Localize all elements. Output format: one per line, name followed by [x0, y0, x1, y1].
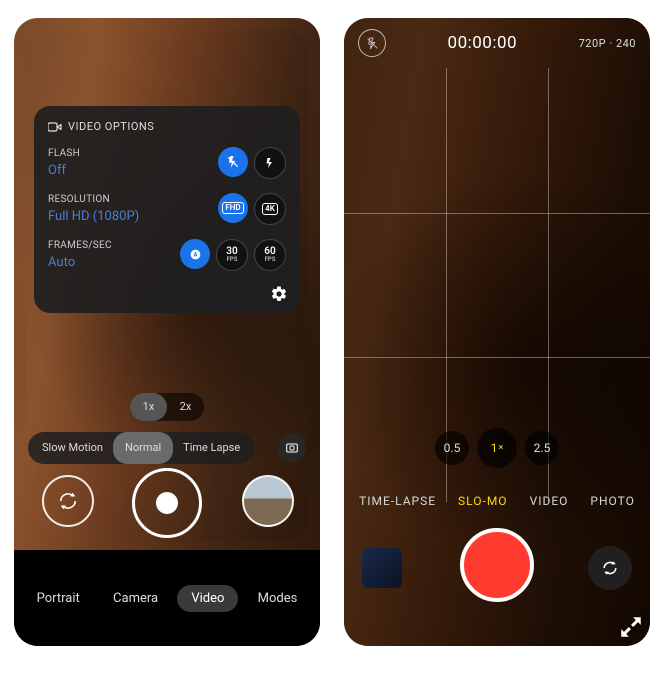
fps-60-button[interactable]: 60FPS: [254, 239, 286, 271]
tab-modes[interactable]: Modes: [244, 585, 312, 612]
record-button[interactable]: [460, 528, 534, 602]
fps-row: FRAMES/SEC Auto A 30FPS 60FPS: [48, 239, 286, 271]
phone-google-camera: VIDEO OPTIONS FLASH Off: [14, 18, 320, 646]
mode-video[interactable]: VIDEO: [530, 494, 569, 508]
mode-slo-mo[interactable]: SLO-MO: [458, 494, 508, 508]
expand-icon: [618, 614, 644, 640]
flash-value: Off: [48, 163, 80, 178]
settings-button[interactable]: [270, 285, 288, 303]
zoom-2.5x[interactable]: 2.5: [525, 431, 559, 465]
zoom-toggle[interactable]: 1x 2x: [130, 393, 204, 421]
mode-slow-motion[interactable]: Slow Motion: [32, 432, 113, 464]
video-options-panel: VIDEO OPTIONS FLASH Off: [34, 106, 300, 313]
flash-on-icon: [264, 157, 276, 169]
mode-normal[interactable]: Normal: [113, 432, 173, 464]
shutter-button[interactable]: [132, 468, 202, 538]
flash-toggle[interactable]: [358, 29, 386, 57]
viewfinder[interactable]: VIDEO OPTIONS FLASH Off: [26, 30, 308, 541]
zoom-1x[interactable]: 1x: [130, 393, 167, 421]
tab-video[interactable]: Video: [177, 585, 238, 612]
mode-photo[interactable]: PHOTO: [590, 494, 634, 508]
dual-view-button[interactable]: [278, 434, 306, 462]
videocam-icon: [48, 122, 62, 132]
fps-value: Auto: [48, 255, 112, 270]
bottom-controls: [344, 514, 650, 646]
fps-auto-button[interactable]: A: [180, 239, 210, 269]
flip-camera-icon: [57, 490, 79, 512]
flash-off-icon: [226, 155, 240, 169]
flash-row: FLASH Off: [48, 147, 286, 179]
tab-camera[interactable]: Camera: [99, 585, 172, 612]
top-bar: 00:00:00 720P · 240: [344, 18, 650, 68]
mode-time-lapse[interactable]: Time Lapse: [173, 432, 250, 464]
zoom-selector[interactable]: 0.5 1× 2.5: [435, 428, 559, 468]
zoom-2x[interactable]: 2x: [167, 393, 204, 421]
svg-text:A: A: [193, 251, 197, 258]
flash-label: FLASH: [48, 148, 80, 159]
flip-camera-icon: [600, 558, 620, 578]
resolution-4k-button[interactable]: 4K: [254, 193, 286, 225]
fps-30-button[interactable]: 30FPS: [216, 239, 248, 271]
resolution-indicator[interactable]: 720P · 240: [579, 37, 636, 50]
gallery-thumbnail[interactable]: [362, 548, 402, 588]
flip-camera-button[interactable]: [588, 546, 632, 590]
flash-off-icon: [366, 37, 379, 50]
expand-button[interactable]: [618, 614, 644, 640]
resolution-row: RESOLUTION Full HD (1080P) FHD 4K: [48, 193, 286, 225]
shutter-row: [14, 468, 320, 534]
recording-timer: 00:00:00: [448, 33, 518, 53]
flip-camera-button[interactable]: [42, 475, 94, 527]
auto-icon: A: [189, 248, 202, 261]
capture-modes[interactable]: TIME-LAPSE SLO-MO VIDEO PHOTO: [344, 494, 650, 508]
mode-time-lapse[interactable]: TIME-LAPSE: [359, 494, 436, 508]
zoom-1x[interactable]: 1×: [477, 428, 517, 468]
phone-ios-camera: 00:00:00 720P · 240 0.5 1× 2.5 TIME-LAPS…: [344, 18, 650, 646]
gallery-thumbnail[interactable]: [242, 475, 294, 527]
framing-icon: [284, 440, 300, 456]
zoom-0.5x[interactable]: 0.5: [435, 431, 469, 465]
resolution-value: Full HD (1080P): [48, 209, 139, 224]
resolution-label: RESOLUTION: [48, 194, 139, 205]
flash-on-button[interactable]: [254, 147, 286, 179]
resolution-fhd-button[interactable]: FHD: [218, 193, 248, 223]
video-speed-modes[interactable]: Slow Motion Normal Time Lapse: [28, 432, 254, 464]
gear-icon: [270, 285, 288, 303]
panel-title: VIDEO OPTIONS: [68, 120, 154, 133]
camera-tabs: Portrait Camera Video Modes: [14, 550, 320, 646]
flash-off-button[interactable]: [218, 147, 248, 177]
tab-portrait[interactable]: Portrait: [23, 585, 94, 612]
fps-label: FRAMES/SEC: [48, 240, 112, 251]
panel-header: VIDEO OPTIONS: [48, 120, 286, 133]
